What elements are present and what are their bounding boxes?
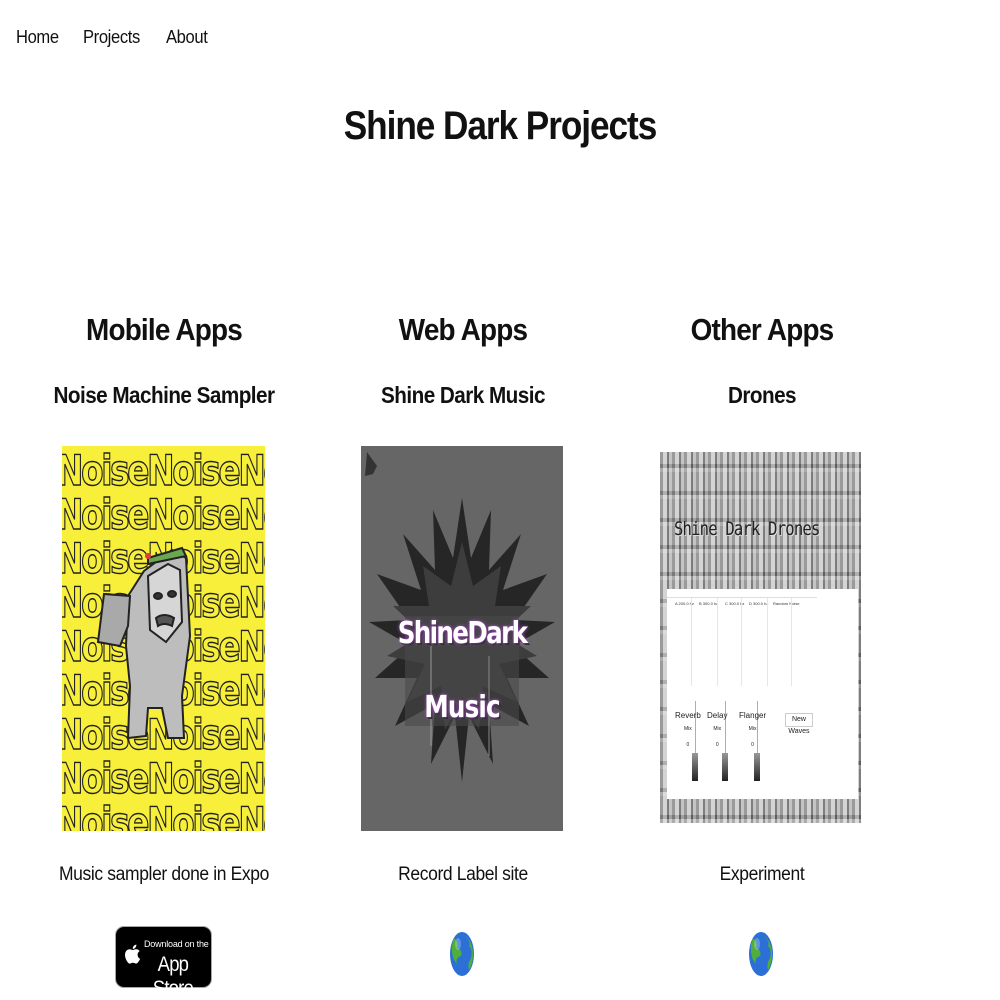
web-apps-section: Web Apps Shine Dark Music ShineDark Musi… xyxy=(313,312,613,976)
apple-icon xyxy=(125,944,141,964)
drones-thumbnail[interactable]: Shine Dark Drones A 200.0 hz B 300.0 hz … xyxy=(660,452,861,823)
delay-slider[interactable] xyxy=(722,753,728,781)
control-sub-label: Mix xyxy=(713,726,722,732)
oscillator-header: Random Noise xyxy=(773,601,800,606)
project-description: Record Label site xyxy=(398,864,528,885)
stone-creature-illustration xyxy=(96,546,192,740)
delay-control: Delay Mix 0 xyxy=(707,711,727,748)
control-sub-label: Mix xyxy=(748,726,757,732)
app-store-badge[interactable]: Download on the App Store xyxy=(115,926,212,1000)
control-value: 0 xyxy=(686,742,690,748)
globe-icon-svg xyxy=(450,932,474,976)
category-title-web: Web Apps xyxy=(398,312,528,347)
control-label: Delay xyxy=(707,711,728,720)
header-divider xyxy=(691,598,692,686)
drones-title: Shine Dark Drones xyxy=(674,518,820,540)
other-apps-section: Other Apps Drones Shine Dark Drones A 20… xyxy=(612,312,912,976)
flanger-control: Flanger Mix 0 xyxy=(739,711,766,748)
nav-about-link[interactable]: About xyxy=(166,27,208,48)
project-description: Experiment xyxy=(719,864,805,885)
music-logo-line1: ShineDark xyxy=(397,616,528,651)
header-divider xyxy=(717,598,718,686)
shine-dark-music-thumbnail[interactable]: ShineDark Music xyxy=(361,446,563,831)
project-title-noise-machine: Noise Machine Sampler xyxy=(53,382,275,408)
control-sub-label: Mix xyxy=(684,726,692,732)
category-title-other: Other Apps xyxy=(690,312,835,347)
oscillator-header: B 300.0 hz xyxy=(699,601,719,606)
drones-oscillator-headers: A 200.0 hz B 300.0 hz C 300.0 hz D 300.0… xyxy=(667,597,817,686)
globe-icon[interactable] xyxy=(748,930,774,983)
flanger-slider[interactable] xyxy=(754,753,760,781)
project-title-drones: Drones xyxy=(727,382,797,408)
globe-icon-svg xyxy=(749,932,773,976)
project-description: Music sampler done in Expo xyxy=(58,864,270,885)
music-logo-line2: Music xyxy=(424,690,500,725)
oscillator-header: D 300.0 hz xyxy=(749,601,769,606)
reverb-slider[interactable] xyxy=(692,753,698,781)
header-divider xyxy=(767,598,768,686)
top-nav: Home Projects About xyxy=(16,27,232,48)
reverb-control: Reverb Mix 0 xyxy=(675,711,701,748)
page-title: Shine Dark Projects xyxy=(343,104,658,148)
new-waves-button[interactable]: New Waves xyxy=(785,713,813,735)
control-value: 0 xyxy=(715,742,719,748)
noise-machine-thumbnail[interactable]: NoiseNoiseNoise NoiseNoiseNoise NoiseNoi… xyxy=(62,446,265,831)
nav-home-link[interactable]: Home xyxy=(16,27,59,48)
mobile-apps-section: Mobile Apps Noise Machine Sampler NoiseN… xyxy=(14,312,314,1000)
nav-projects-link[interactable]: Projects xyxy=(83,27,140,48)
category-title-mobile: Mobile Apps xyxy=(86,312,243,347)
app-store-badge-big-text: App Store xyxy=(152,953,194,1000)
project-title-shine-dark-music: Shine Dark Music xyxy=(381,382,545,408)
drones-panel: A 200.0 hz B 300.0 hz C 300.0 hz D 300.0… xyxy=(667,589,858,799)
globe-icon[interactable] xyxy=(449,930,475,983)
control-label: Flanger xyxy=(739,711,767,720)
control-value: 0 xyxy=(751,742,754,748)
app-store-badge-small-text: Download on the xyxy=(144,939,209,949)
control-label: Reverb xyxy=(675,711,701,720)
header-divider xyxy=(791,598,792,686)
header-divider xyxy=(741,598,742,686)
